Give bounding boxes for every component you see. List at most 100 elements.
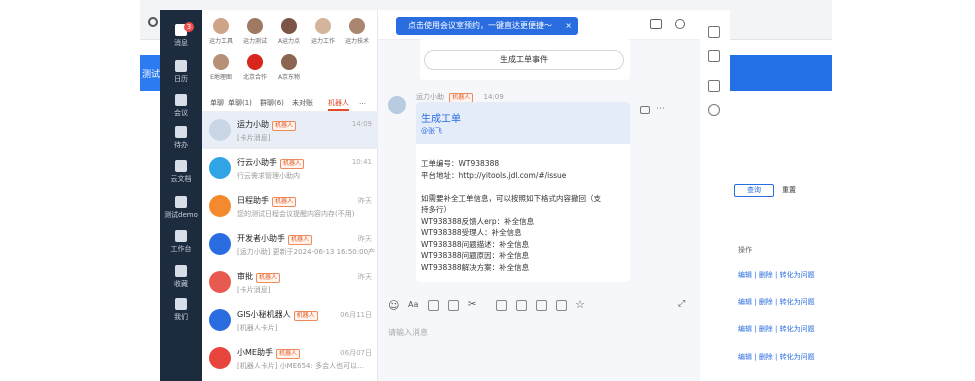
group-member[interactable]: A京东物	[274, 54, 304, 81]
conversation-name: 行云小助手 机器人	[237, 157, 305, 169]
file-icon[interactable]	[448, 300, 459, 311]
avatar	[209, 347, 231, 369]
card-line: 平台地址：http://yitools.jdl.com/#/issue	[421, 170, 567, 180]
scissors-icon[interactable]: ✂	[468, 299, 476, 310]
todo-icon	[175, 126, 187, 138]
card-line: 工单编号：WT938388	[421, 159, 500, 168]
card-line: WT938388受理人：补全信息	[421, 228, 522, 237]
calendar-icon[interactable]	[536, 300, 547, 311]
more-icon[interactable]: ⋯	[656, 104, 665, 114]
background-title: 测试	[142, 70, 161, 80]
query-button[interactable]: 查询	[734, 184, 774, 197]
reset-button[interactable]: 重置	[782, 185, 796, 195]
conversation-name: 小ME助手 机器人	[237, 347, 300, 359]
group-member[interactable]: E地理图	[206, 54, 236, 81]
conversation-time: 10:41	[351, 158, 372, 166]
mail-icon[interactable]	[708, 50, 720, 62]
rail-item-calendar[interactable]: 日历	[160, 60, 202, 84]
conversation-item[interactable]: 小ME助手 机器人 [机器人卡片] 小ME654: 多会人也可以… 06月07日	[202, 340, 378, 377]
tab-group[interactable]: 群聊(6)	[260, 98, 284, 108]
conversation-preview: [机器人卡片] 小ME654: 多会人也可以…	[237, 362, 365, 370]
calendar-icon[interactable]	[708, 80, 720, 92]
conversation-time: 06月07日	[340, 349, 372, 357]
conversation-item[interactable]: GIS小秘机器人 机器人 [机器人卡片] 06月11日	[202, 302, 378, 339]
avatar	[349, 18, 365, 34]
avatar	[247, 54, 263, 70]
avatar	[213, 18, 229, 34]
rail-item-meeting[interactable]: 会议	[160, 94, 202, 118]
rail-item-workbench[interactable]: 工作台	[160, 230, 202, 254]
card-line: 如需要补全工单信息，可以按照如下格式内容撤回（支	[421, 193, 601, 203]
rail-item-docs[interactable]: 云文档	[160, 160, 202, 184]
emoji-icon[interactable]: ☺	[388, 299, 399, 312]
row-actions[interactable]: 编辑 | 删除 | 转化为问题	[738, 270, 815, 280]
conversation-item[interactable]: 运力小助 机器人 [卡片消息] 14:09	[202, 112, 378, 149]
screen-icon[interactable]	[496, 300, 507, 311]
row-actions[interactable]: 编辑 | 删除 | 转化为问题	[738, 352, 815, 362]
generate-ticket-button[interactable]: 生成工单事件	[424, 50, 624, 70]
group-member[interactable]: 北京合作	[240, 54, 270, 81]
conversation-item[interactable]: 开发者小助手 机器人 [运力小助] 更新于2024-06-13 16:50:00产……	[202, 226, 378, 263]
tab-more[interactable]: …	[359, 98, 366, 106]
avatar	[209, 157, 231, 179]
calendar-icon	[175, 60, 187, 72]
phone-icon[interactable]	[675, 19, 685, 29]
conversation-item[interactable]: 审批 机器人 [卡片消息] 昨天	[202, 264, 378, 301]
card-line: WT938388问题原因：补全信息	[421, 251, 530, 260]
avatar	[213, 54, 229, 70]
conversation-name: 开发者小助手 机器人	[237, 233, 313, 245]
conversation-panel: 运力工具 运力测试 A运力点 运力工作 运力技术 E地理图 北京合作 A京东物 …	[202, 10, 378, 381]
rail-item-us[interactable]: 我们	[160, 298, 202, 322]
op-header: 操作	[738, 246, 752, 254]
group-member[interactable]: 运力工作	[308, 18, 338, 45]
grid-icon	[175, 230, 187, 242]
conversation-item[interactable]: 行云小助手 机器人行云需求管理小助内 10:41	[202, 150, 378, 187]
settings-icon[interactable]	[708, 104, 720, 116]
rail-item-favorites[interactable]: 收藏	[160, 265, 202, 289]
card-mention[interactable]: @张飞	[421, 126, 442, 136]
expand-icon[interactable]: ⤢	[678, 299, 685, 309]
table-icon[interactable]	[556, 300, 567, 311]
message-time: 14:09	[483, 93, 504, 101]
robot-tag: 机器人	[272, 121, 297, 131]
video-call-icon[interactable]	[650, 19, 662, 29]
promo-banner[interactable]: 点击使用会议室预约，一键直达更便捷～ ×	[396, 17, 578, 35]
avatar	[315, 18, 331, 34]
tab-single[interactable]: 单聊	[210, 98, 224, 108]
group-member[interactable]: 运力技术	[342, 18, 372, 45]
card-line: WT938388反馈人erp：补全信息	[421, 216, 535, 226]
conversation-time: 14:09	[351, 120, 372, 128]
tab-single-count[interactable]: 单聊(1)	[228, 98, 252, 108]
group-member[interactable]: 运力测试	[240, 18, 270, 45]
avatar	[209, 195, 231, 217]
close-icon[interactable]: ×	[565, 17, 572, 35]
reply-icon[interactable]	[640, 106, 650, 114]
user-add-icon[interactable]	[708, 26, 720, 38]
row-actions[interactable]: 编辑 | 删除 | 转化为问题	[738, 297, 815, 307]
group-member[interactable]: A运力点	[274, 18, 304, 45]
star-icon[interactable]: ☆	[575, 298, 585, 311]
composer-toolbar: ☺ Aa ✂ ☆ ⤢	[378, 297, 700, 317]
conversation-preview: [卡片消息]	[237, 286, 271, 294]
star-icon	[175, 265, 187, 277]
card-title: 生成工单	[421, 114, 461, 125]
folder-icon[interactable]	[428, 300, 439, 311]
conversation-preview: 行云需求管理小助内	[237, 172, 300, 180]
rail-item-todo[interactable]: 待办	[160, 126, 202, 150]
robot-tag: 机器人	[275, 349, 300, 359]
clipboard-icon[interactable]	[516, 300, 527, 311]
tab-unreconciled[interactable]: 未对账	[292, 98, 313, 108]
font-icon[interactable]: Aa	[408, 300, 418, 309]
robot-tag: 机器人	[293, 311, 318, 321]
rail-item-messages[interactable]: 3 消息	[160, 22, 202, 48]
group-member[interactable]: 运力工具	[206, 18, 236, 45]
conversation-item[interactable]: 日程助手 机器人 您的测试日程会议提醒内容内存(不用) 昨天	[202, 188, 378, 225]
sender-name: 运力小助	[416, 93, 444, 101]
refresh-icon[interactable]	[148, 17, 158, 27]
robot-tag: 机器人	[272, 197, 297, 207]
rail-item-demo[interactable]: 测试demo	[160, 196, 202, 220]
tab-robot[interactable]: 机器人	[328, 98, 349, 111]
message-input[interactable]: 请输入消息	[388, 327, 428, 338]
row-actions[interactable]: 编辑 | 删除 | 转化为问题	[738, 324, 815, 334]
avatar	[281, 54, 297, 70]
